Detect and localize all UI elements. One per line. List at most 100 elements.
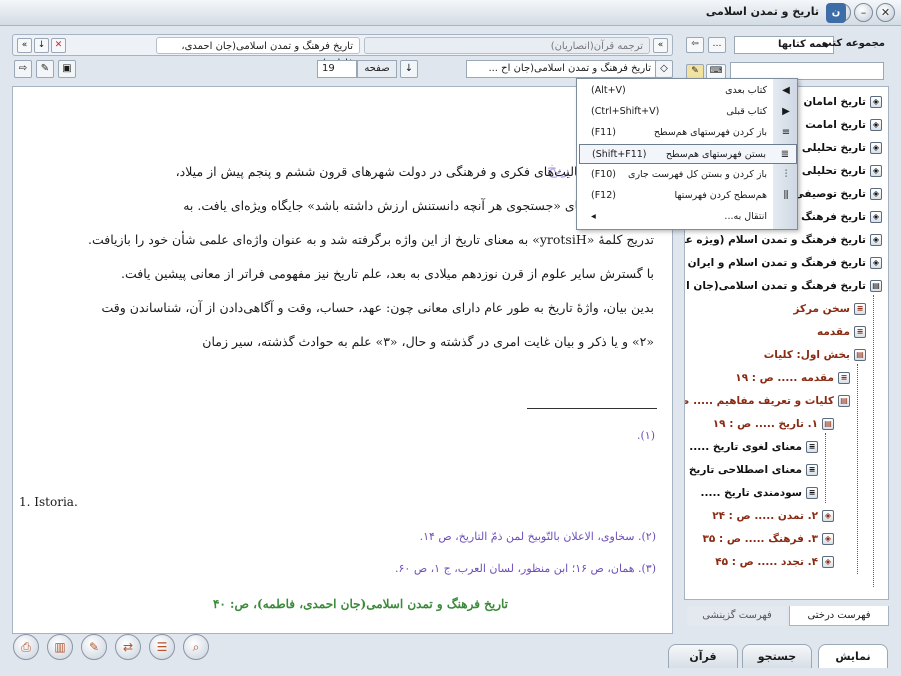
print-icon[interactable]: ⎙ — [13, 634, 39, 660]
open-book-icon: ▤ — [854, 349, 866, 361]
book-icon: ◈ — [870, 234, 882, 246]
book-collection-select[interactable]: همه کتابها — [734, 36, 834, 54]
next-book-icon: ◀ — [782, 85, 790, 96]
tree-connector — [825, 433, 826, 503]
menu-item-expand-siblings[interactable]: ≡ باز کردن فهرستهای هم‌سطح (F11) — [579, 123, 797, 143]
tab-quran-translation[interactable]: ترجمه قرآن(انصاریان) — [364, 37, 650, 54]
book-icon: ◈ — [870, 257, 882, 269]
note-icon[interactable]: ✎ — [81, 634, 107, 660]
collapse-icon: ≣ — [780, 149, 790, 160]
close-icon[interactable]: ✕ — [876, 3, 895, 22]
book-icon: ◈ — [870, 119, 882, 131]
book-select[interactable]: تاریخ فرهنگ و تمدن اسلامی(جان اح ... — [466, 60, 656, 78]
menu-item-level-lists[interactable]: ⫼ هم‌سطح کردن فهرستها (F12) — [579, 186, 797, 206]
search-icon[interactable]: ⌕ — [183, 634, 209, 660]
tree-node[interactable]: ≡معنای لغوی تاریخ ..... — [689, 438, 818, 456]
previous-book-icon: ▶ — [782, 106, 790, 117]
menu-item-go-to[interactable]: انتقال به... ◂ — [579, 207, 797, 227]
tree-node[interactable]: ◈تاریخ فرهنگ و تمدن اسلام و ایران — [688, 254, 882, 272]
book-icon: ◈ — [870, 188, 882, 200]
layout-icon[interactable]: ☰ — [149, 634, 175, 660]
footnote-latin: 1. Istoria. — [19, 495, 78, 509]
footnote-marker: (۱). — [637, 429, 656, 442]
menu-item-previous-book[interactable]: ▶ کتاب قبلی (Ctrl+Shift+V) — [579, 102, 797, 122]
tree-node[interactable]: ◈تاریخ توصیفی — [794, 185, 882, 203]
tools-icon[interactable]: ✎ — [36, 60, 54, 78]
bottom-toolbar: ⎙ ▥ ✎ ⇄ ☰ ⌕ قرآن جستجو نمایش — [0, 630, 901, 676]
tree-node[interactable]: ≡معنای اصطلاحی تاریخ — [689, 461, 818, 479]
title-bar: ✕ – ? ن تاریخ و تمدن اسلامی — [0, 0, 901, 26]
tab-display[interactable]: نمایش — [818, 644, 888, 668]
tab-quran[interactable]: قرآن — [668, 644, 738, 668]
page-number-input[interactable]: 19 — [317, 60, 357, 78]
dictionary-icon[interactable]: ⇄ — [115, 634, 141, 660]
tree-node[interactable]: ◈تاریخ امامت — [805, 116, 882, 134]
close-tab-icon[interactable]: ✕ — [51, 38, 66, 53]
text-line: «۲» و یا ذکر و بیان غایت امری در گذشته و… — [202, 334, 654, 349]
page-down-icon[interactable]: ↓ — [400, 60, 418, 78]
tree-connector — [857, 364, 858, 574]
tab-search[interactable]: جستجو — [742, 644, 812, 668]
app-logo-icon: ن — [826, 3, 846, 23]
back-arrow-icon[interactable]: ⇦ — [686, 37, 704, 53]
tree-node[interactable]: ≡سخن مرکز — [793, 300, 866, 318]
book-icon: ◈ — [870, 96, 882, 108]
level-icon: ⫼ — [783, 190, 789, 201]
book-icon: ◈ — [870, 165, 882, 177]
books-icon[interactable]: ▥ — [47, 634, 73, 660]
book-icon: ◈ — [822, 533, 834, 545]
footnote-divider — [527, 408, 657, 409]
navigation-bar: ⇨ ✎ ▣ 19 صفحه ↓ تاریخ فرهنگ و تمدن اسلام… — [12, 60, 673, 80]
page-icon: ≡ — [838, 372, 850, 384]
tree-node[interactable]: ◈۲. تمدن ..... ص : ۲۴ — [712, 507, 834, 525]
tree-node[interactable]: ◈۳. فرهنگ ..... ص : ۳۵ — [702, 530, 834, 548]
tab-down-icon[interactable]: ↓ — [34, 38, 49, 53]
tab-scroll-right-icon[interactable]: « — [653, 38, 668, 53]
expand-icon: ≡ — [781, 127, 791, 138]
tree-node-expanded[interactable]: ▤کلیات و تعریف مفاهیم ..... ص — [685, 392, 850, 410]
open-book-icon: ▤ — [870, 280, 882, 292]
page-icon: ≡ — [806, 487, 818, 499]
text-line: یا» «۱» به معنای «جستجوی هر آنچه دانستنش… — [183, 198, 654, 213]
tree-node[interactable]: ◈تاریخ تحلیلی — [802, 162, 882, 180]
book-icon: ◈ — [870, 211, 882, 223]
tab-tree-index[interactable]: فهرست درختی — [789, 606, 889, 626]
tree-node-expanded[interactable]: ▤تاریخ فرهنگ و تمدن اسلامی(جان ا — [686, 277, 882, 295]
tree-node[interactable]: ≡مقدمه — [817, 323, 866, 341]
submenu-arrow-icon: ◂ — [591, 211, 596, 222]
tree-node[interactable]: ≡مقدمه ..... ص : ۱۹ — [735, 369, 850, 387]
menu-item-toggle-all[interactable]: ⫶ باز کردن و بستن کل فهرست جاری (F10) — [579, 165, 797, 185]
more-icon[interactable]: … — [708, 37, 726, 53]
footnote-3: (۳). همان، ص ۱۶؛ ابن منظور، لسان العرب، … — [395, 562, 656, 575]
page-footer: تاریخ فرهنگ و تمدن اسلامی(جان احمدی، فاط… — [212, 597, 508, 611]
view-icon[interactable]: ▣ — [58, 60, 76, 78]
text-line: با گسترش سایر علوم از قرن نوزدهم میلادی … — [120, 266, 654, 281]
tree-node[interactable]: ≡سودمندی تاریخ ..... — [701, 484, 818, 502]
page-icon: ≡ — [854, 303, 866, 315]
tree-node[interactable]: ◈۴. تجدد ..... ص : ۴۵ — [715, 553, 834, 571]
document-tabs: « ↓ ✕ تاریخ فرهنگ و تمدن اسلامی(جان احمد… — [12, 34, 673, 69]
tree-node[interactable]: ◈تاریخ فرهنگ — [801, 208, 882, 226]
menu-item-collapse-siblings[interactable]: ≣ بستن فهرستهای هم‌سطح (Shift+F11) — [579, 144, 797, 164]
book-icon: ◈ — [822, 556, 834, 568]
document-pane: « ↓ ✕ تاریخ فرهنگ و تمدن اسلامی(جان احمد… — [12, 34, 673, 634]
tree-node[interactable]: ◈تاریخ امامان — [803, 93, 882, 111]
tab-scroll-left-icon[interactable]: « — [17, 38, 32, 53]
forward-arrow-icon[interactable]: ⇨ — [14, 60, 32, 78]
tab-current-book[interactable]: تاریخ فرهنگ و تمدن اسلامی(جان احمدی، فاط… — [156, 37, 360, 69]
tree-node[interactable]: ◈تاریخ فرهنگ و تمدن اسلام (ویژه عل — [685, 231, 882, 249]
minimize-icon[interactable]: – — [854, 3, 873, 22]
tab-selective-index[interactable]: فهرست گزینشی — [687, 606, 787, 626]
menu-item-next-book[interactable]: ◀ کتاب بعدی (Alt+V) — [579, 81, 797, 101]
text-line: تدریج کلمۀ «yrotsiH» به معنای تاریخ از ا… — [88, 232, 654, 247]
bookmark-icon[interactable]: ◇ — [655, 60, 673, 78]
tree-node[interactable]: ◈تاریخ تحلیلی — [802, 139, 882, 157]
tree-node-expanded[interactable]: ▤۱. تاریخ ..... ص : ۱۹ — [713, 415, 834, 433]
book-icon: ◈ — [822, 510, 834, 522]
page-label: صفحه — [357, 60, 397, 78]
tree-node-expanded[interactable]: ▤بخش اول: کلیات — [764, 346, 866, 364]
window-title: تاریخ و تمدن اسلامی — [705, 5, 819, 18]
book-text-area: ریخ ۀ روزافزون فعالیت‌های فکری و فرهنگی … — [12, 86, 673, 634]
page-icon: ≡ — [806, 441, 818, 453]
sidebar-label: مجموعه کتب — [821, 38, 885, 49]
